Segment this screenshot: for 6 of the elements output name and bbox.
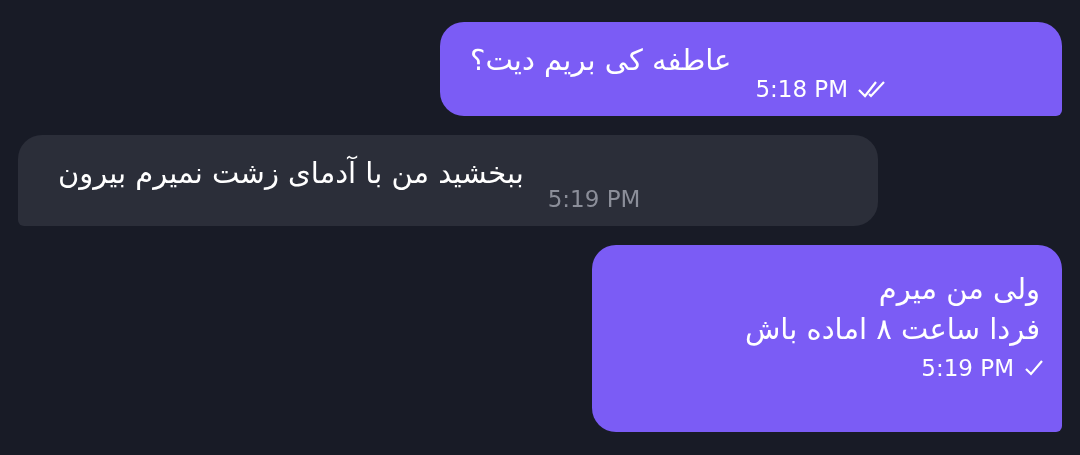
message-text: عاطفه کی بریم دیت؟ xyxy=(470,42,732,79)
message-text: ببخشید من با آدمای زشت نمیرم بیرون xyxy=(58,155,524,192)
message-text: ولی من میرم فردا ساعت ۸ اماده باش xyxy=(743,271,1040,348)
message-time: 5:19 PM xyxy=(921,355,1014,381)
message-time: 5:19 PM xyxy=(547,186,641,212)
message-time: 5:18 PM xyxy=(755,76,849,102)
